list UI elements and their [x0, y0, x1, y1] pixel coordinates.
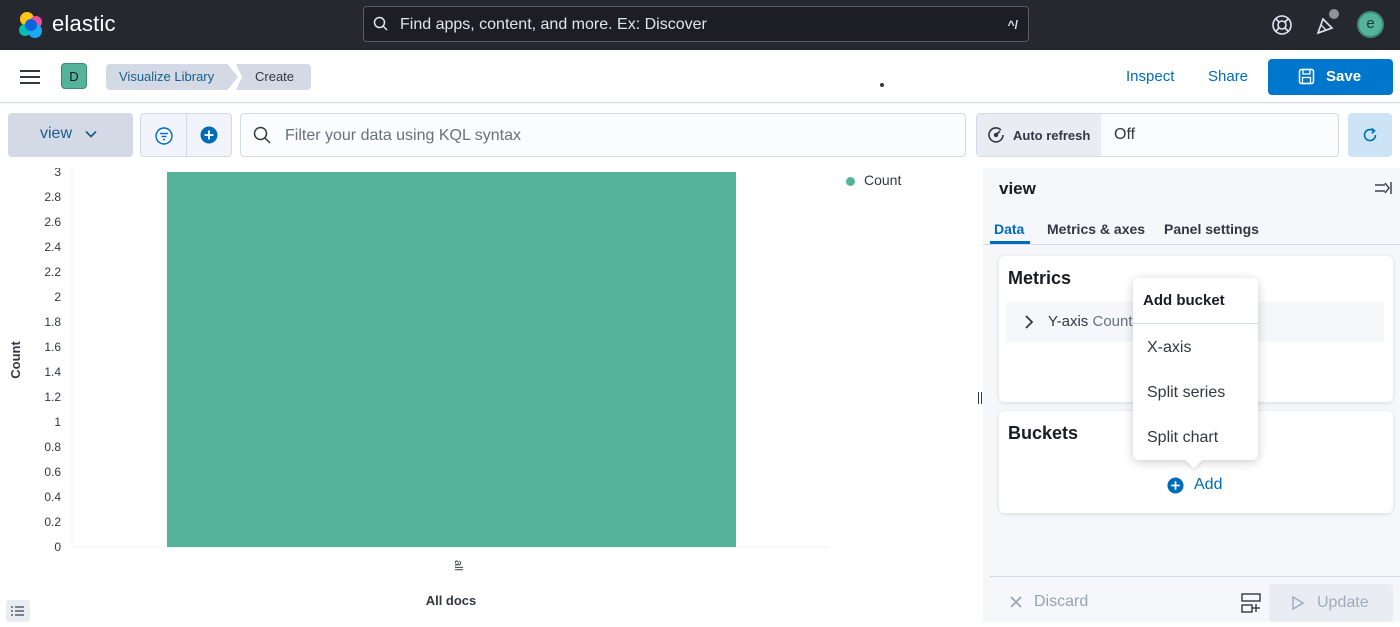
filter-menu-icon[interactable]	[155, 127, 173, 145]
y-tick-label: 1.6	[44, 340, 61, 354]
sidebar-tabs: Data Metrics & axes Panel settings	[983, 210, 1400, 245]
popover-item-x-axis[interactable]: X-axis	[1147, 339, 1191, 357]
divider	[186, 114, 187, 156]
panel-resize-handle[interactable]	[978, 392, 982, 404]
data-view-selector[interactable]: view	[8, 113, 133, 157]
add-bucket-popover: Add bucket X-axis Split series Split cha…	[1133, 278, 1258, 469]
global-search-placeholder: Find apps, content, and more. Ex: Discov…	[400, 16, 707, 33]
y-tick-label: 0.4	[44, 490, 61, 504]
toggle-auto-apply-icon[interactable]	[1240, 592, 1262, 614]
y-tick-label: 1.2	[44, 390, 61, 404]
y-tick-label: 1.8	[44, 315, 61, 329]
save-button[interactable]: Save	[1268, 59, 1393, 95]
elastic-logo-icon[interactable]	[16, 10, 46, 40]
refresh-icon	[1363, 127, 1377, 142]
y-tick-label: 2.2	[44, 265, 61, 279]
y-tick-label: 0.6	[44, 465, 61, 479]
auto-refresh-picker[interactable]: Auto refresh Off	[976, 113, 1339, 157]
close-icon	[1010, 596, 1022, 608]
space-avatar[interactable]: D	[61, 63, 87, 89]
y-tick-label: 1	[54, 415, 61, 429]
menu-icon[interactable]	[20, 70, 40, 84]
x-tick-label: all	[452, 560, 464, 571]
tab-metrics-axes[interactable]: Metrics & axes	[1047, 221, 1145, 237]
legend-color-swatch[interactable]	[846, 177, 855, 186]
y-axis-title: Count	[8, 341, 23, 379]
y-tick-label: 1.4	[44, 365, 61, 379]
auto-refresh-value: Off	[1114, 126, 1136, 143]
y-tick-label: 2.6	[44, 215, 61, 229]
play-icon	[1292, 595, 1305, 611]
auto-refresh-toggle[interactable]: Auto refresh	[977, 114, 1101, 156]
query-bar: view Filter your data using KQL syntax A…	[0, 104, 1400, 168]
top-header: elastic Find apps, content, and more. Ex…	[0, 0, 1400, 50]
y-tick-label: 2.4	[44, 240, 61, 254]
y-tick-label: 0.8	[44, 440, 61, 454]
notification-dot	[1329, 9, 1339, 19]
plus-circle-icon	[1167, 477, 1184, 494]
legend-item-count[interactable]: Count	[864, 172, 901, 188]
popover-item-split-chart[interactable]: Split chart	[1147, 429, 1218, 447]
search-icon	[253, 126, 271, 144]
share-button[interactable]: Share	[1208, 68, 1248, 85]
inspect-button[interactable]: Inspect	[1126, 68, 1174, 85]
app-bar: D Visualize Library Create Inspect Share	[0, 50, 1400, 103]
y-tick-label: 3	[54, 168, 61, 179]
metrics-title: Metrics	[1008, 268, 1072, 288]
breadcrumb-create: Create	[236, 64, 311, 90]
add-label: Add	[1194, 476, 1223, 493]
chevron-down-icon	[85, 130, 97, 138]
update-button[interactable]: Update	[1269, 584, 1393, 622]
metric-item-label: Y-axis	[1048, 313, 1089, 330]
help-icon[interactable]	[1270, 13, 1294, 37]
y-tick-label: 2.8	[44, 190, 61, 204]
search-icon	[373, 16, 388, 31]
list-icon[interactable]	[6, 600, 30, 622]
cursor-dot	[880, 83, 884, 87]
refresh-timer-icon	[988, 127, 1004, 143]
tab-data[interactable]: Data	[994, 221, 1024, 237]
kql-search-input[interactable]: Filter your data using KQL syntax	[240, 113, 966, 157]
global-search-input[interactable]: Find apps, content, and more. Ex: Discov…	[363, 6, 1029, 42]
save-icon	[1298, 68, 1315, 85]
brand-name[interactable]: elastic	[52, 11, 116, 37]
x-axis-title: All docs	[426, 593, 477, 608]
filter-button-group	[140, 113, 232, 157]
popover-title: Add bucket	[1143, 292, 1225, 309]
kql-placeholder: Filter your data using KQL syntax	[285, 127, 521, 144]
y-tick-label: 0.2	[44, 515, 61, 529]
search-shortcut: ^/	[1007, 18, 1018, 32]
popover-item-split-series[interactable]: Split series	[1147, 384, 1225, 402]
user-avatar[interactable]: e	[1357, 11, 1384, 38]
y-tick-label: 2	[54, 290, 61, 304]
collapse-sidebar-icon[interactable]	[1374, 181, 1392, 195]
discard-label: Discard	[1034, 593, 1089, 610]
update-label: Update	[1317, 594, 1369, 611]
active-tab-indicator	[990, 241, 1030, 244]
save-label: Save	[1326, 68, 1362, 85]
sidebar-title: view	[999, 179, 1036, 198]
bar[interactable]	[167, 172, 736, 547]
chevron-right-icon[interactable]	[1024, 315, 1034, 329]
bar-chart: 0 0.2 0.4 0.6 0.8 1 1.2 1.4 1.6 1.8 2 2.2 2.4 2.6 2.8 3…	[8, 168, 828, 608]
auto-refresh-label: Auto refresh	[1013, 128, 1091, 143]
y-tick-label: 0	[54, 540, 61, 554]
buckets-title: Buckets	[1008, 423, 1079, 443]
divider	[1133, 323, 1258, 324]
data-view-label: view	[40, 125, 73, 142]
refresh-button[interactable]	[1348, 113, 1392, 157]
breadcrumb-visualize-library[interactable]: Visualize Library	[106, 64, 238, 90]
tab-panel-settings[interactable]: Panel settings	[1164, 221, 1259, 237]
metric-item-type: Count	[1092, 313, 1133, 330]
add-filter-icon[interactable]	[200, 126, 218, 144]
